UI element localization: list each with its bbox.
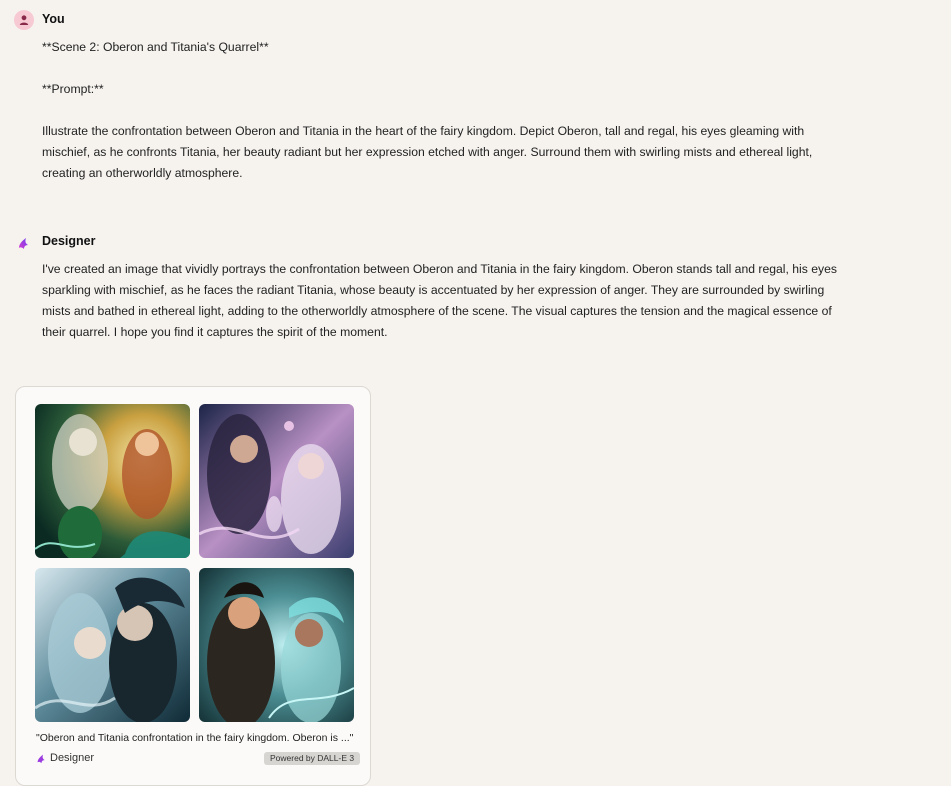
generated-image-3[interactable] xyxy=(35,568,190,722)
user-author-name: You xyxy=(42,12,65,26)
generated-image-1[interactable] xyxy=(35,404,190,558)
user-icon xyxy=(19,15,29,25)
designer-avatar xyxy=(14,233,34,253)
generated-image-4[interactable] xyxy=(199,568,354,722)
user-avatar xyxy=(14,10,34,30)
user-message-line-1: **Scene 2: Oberon and Titania's Quarrel*… xyxy=(42,40,269,54)
image-caption[interactable]: "Oberon and Titania confrontation in the… xyxy=(36,732,353,744)
powered-by-badge: Powered by DALL-E 3 xyxy=(264,752,361,765)
designer-logo-icon xyxy=(37,754,45,763)
user-message-prompt: Illustrate the confrontation between Obe… xyxy=(42,124,813,180)
card-brand-label: Designer xyxy=(50,752,95,764)
generated-images-card: "Oberon and Titania confrontation in the… xyxy=(15,386,371,786)
designer-response-text: I've created an image that vividly portr… xyxy=(42,262,837,339)
user-message-line-2: **Prompt:** xyxy=(42,82,104,96)
card-brand: Designer xyxy=(36,752,94,764)
designer-logo-icon xyxy=(19,238,28,249)
designer-author-name: Designer xyxy=(42,234,96,248)
generated-image-2[interactable] xyxy=(199,404,354,558)
